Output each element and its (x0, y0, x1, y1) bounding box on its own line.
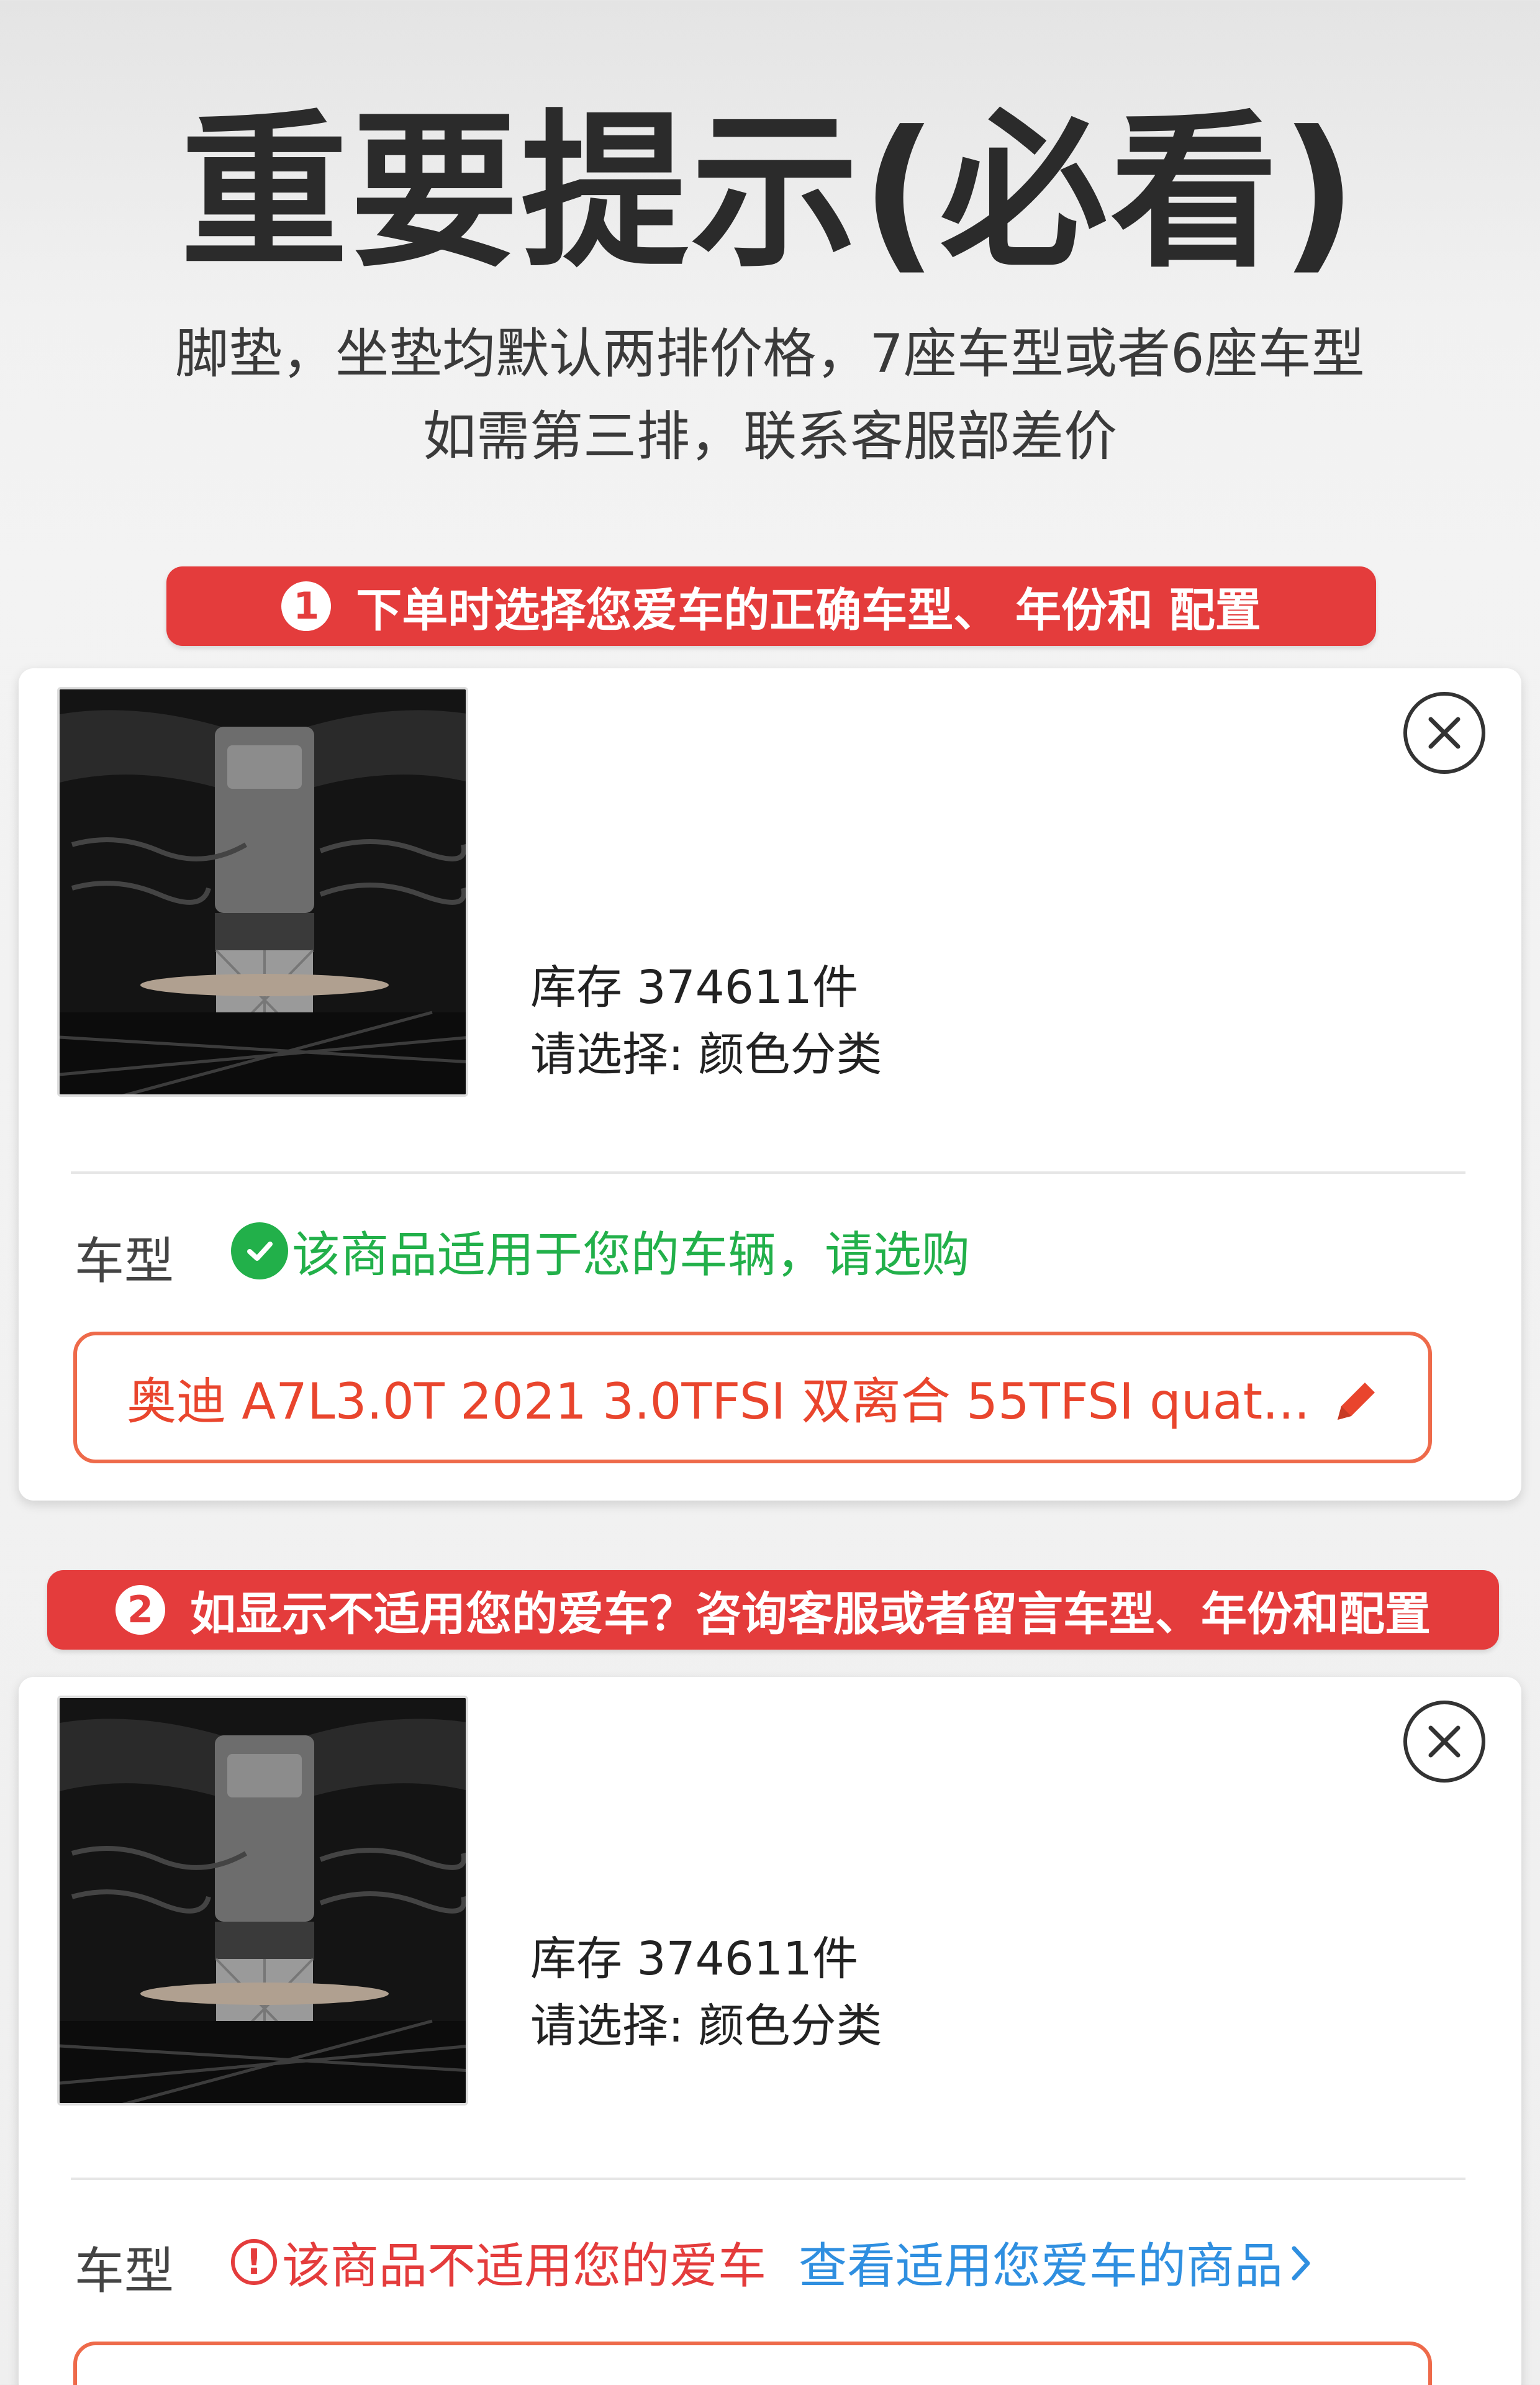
close-button[interactable] (1403, 692, 1485, 774)
product-thumbnail (57, 687, 468, 1097)
select-spec-text: 请选择: 颜色分类 (530, 1999, 882, 2053)
select-spec-text: 请选择: 颜色分类 (530, 1028, 882, 1081)
subtitle-line-1: 脚垫，坐垫均默认两排价格，7座车型或者6座车型 (175, 323, 1365, 385)
chevron-right-icon (1292, 2246, 1310, 2281)
step-number-1: 1 (281, 581, 332, 631)
subtitle-line-2: 如需第三排，联系客服部差价 (423, 406, 1117, 468)
sku-info: 库存 374611件 请选择: 颜色分类 (530, 1925, 882, 2060)
product-thumbnail (57, 1696, 468, 2106)
model-label: 车型 (75, 1232, 174, 1290)
car-model-value: 奥迪 A7L3.0T 2021 3.0TFSI 双离合 55TFSI quat.… (127, 1373, 1310, 1430)
car-model-selector[interactable]: 奥迪 A7L3.0T 2021 3.0TFSI 双离合 55TFSI quat.… (73, 1332, 1432, 1463)
warning-circle-icon: ! (231, 2239, 277, 2285)
close-button[interactable] (1403, 1701, 1485, 1783)
link-text: 查看适用您爱车的商品 (799, 2238, 1284, 2294)
fit-status: 该商品适用于您的车辆，请选购 (231, 1216, 970, 1286)
check-circle-icon (231, 1222, 288, 1279)
step-1-text: 下单时选择您爱车的正确车型、 年份和 配置 (356, 583, 1261, 637)
sku-info: 库存 374611件 请选择: 颜色分类 (530, 954, 882, 1088)
step-2-banner: 2 如显示不适用您的爱车？咨询客服或者留言车型、年份和配置 (47, 1570, 1499, 1650)
step-2-text: 如显示不适用您的爱车？咨询客服或者留言车型、年份和配置 (190, 1587, 1431, 1641)
fit-status-text: 该商品适用于您的车辆，请选购 (292, 1227, 971, 1283)
product-sku-card-2: 库存 374611件 请选择: 颜色分类 车型 ! 该商品不适用您的爱车 查看适… (19, 1677, 1521, 2385)
pencil-icon (1338, 1383, 1375, 1420)
view-compatible-products-link[interactable]: 查看适用您爱车的商品 (799, 2227, 1320, 2297)
stock-text: 库存 374611件 (530, 1932, 859, 1986)
step-number-2: 2 (116, 1585, 165, 1635)
fit-status-text: 该商品不适用您的爱车 (282, 2238, 767, 2294)
page-title: 重要提示(必看) (180, 94, 1360, 290)
close-icon (1428, 717, 1461, 749)
step-1-banner: 1 下单时选择您爱车的正确车型、 年份和 配置 (166, 566, 1376, 646)
divider (71, 2178, 1465, 2180)
stock-text: 库存 374611件 (530, 961, 859, 1014)
close-icon (1428, 1725, 1461, 1758)
model-label: 车型 (75, 2242, 174, 2300)
fit-status: ! 该商品不适用您的爱车 (231, 2227, 766, 2297)
car-model-selector[interactable] (73, 2342, 1432, 2385)
divider (71, 1171, 1465, 1174)
product-sku-card-1: 库存 374611件 请选择: 颜色分类 车型 该商品适用于您的车辆，请选购 奥… (19, 668, 1521, 1501)
